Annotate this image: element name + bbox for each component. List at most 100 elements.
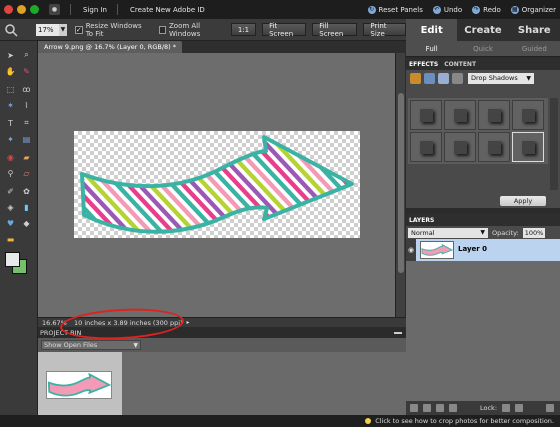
panel-menu-icon[interactable] [546,404,554,412]
fill-screen-button[interactable]: Fill Screen [312,22,358,38]
effects-category-value: Drop Shadows [471,74,518,82]
effect-thumbnail[interactable] [478,100,510,130]
checked-icon: ✓ [74,25,83,34]
subtab-quick[interactable]: Quick [457,41,508,56]
layers-footer: Lock: [406,401,560,415]
lock-pixels-icon[interactable] [502,404,511,412]
tab-edit[interactable]: Edit [406,19,458,41]
delete-layer-icon[interactable] [449,404,457,412]
zoom-all-windows-label: Zoom All Windows [168,21,201,38]
crop-tool-icon[interactable]: ⌗ [20,117,33,129]
filters-icon[interactable] [410,72,421,84]
lasso-tool-icon[interactable]: ꝏ [20,83,33,95]
eraser-tool-icon[interactable]: ▱ [20,167,33,179]
collapse-icon[interactable] [394,331,402,334]
cookie-cutter-tool-icon[interactable]: ✦ [4,133,17,145]
subtab-full[interactable]: Full [406,41,457,56]
one-to-one-button[interactable]: 1:1 [230,23,257,36]
hand-tool-icon[interactable]: ✋ [4,65,17,77]
tab-create[interactable]: Create [457,19,509,41]
magic-wand-tool-icon[interactable]: ✶ [4,99,17,111]
status-menu-arrow-icon[interactable]: ▸ [187,319,190,326]
sponge-tool-icon[interactable]: ▬ [4,233,17,245]
effect-thumbnail[interactable] [512,100,544,130]
effects-panel: EFFECTS CONTENT Drop Shadows ▼ Apply [406,58,560,208]
zoom-window-button[interactable] [30,5,39,14]
canvas-vertical-scrollbar[interactable] [395,53,405,317]
undo-label: Undo [443,5,463,14]
striped-arrow-image [80,135,354,234]
effect-thumbnail[interactable] [478,132,510,162]
quick-selection-tool-icon[interactable]: ⌇ [20,99,33,111]
print-size-button[interactable]: Print Size [363,22,406,38]
type-tool-icon[interactable]: T [4,117,17,129]
layers-options: Normal ▼ Opacity: 100% [406,226,560,239]
all-effects-icon[interactable] [452,72,463,84]
marquee-tool-icon[interactable]: ⬚ [4,83,17,95]
tool-options-bar: 17% ▼ ✓ Resize Windows To Fit Zoom All W… [0,19,406,41]
image-canvas[interactable] [74,131,360,238]
lock-all-icon[interactable] [515,404,524,412]
zoom-all-windows-checkbox[interactable]: Zoom All Windows [158,21,225,38]
chevron-down-icon: ▼ [526,74,531,82]
project-bin-filter-select[interactable]: Show Open Files ▼ [41,340,141,350]
redo-button[interactable]: ↷ Redo [472,5,501,14]
healing-brush-tool-icon[interactable]: ▰ [20,151,33,163]
paint-bucket-tool-icon[interactable]: ◈ [4,201,17,213]
bin-item-selected[interactable] [38,352,122,415]
adjustment-layer-icon[interactable] [423,404,431,412]
recompose-tool-icon[interactable]: ▤ [20,133,33,145]
effect-thumbnail[interactable] [410,132,442,162]
sign-in-link[interactable]: Sign In [83,6,107,14]
opacity-input[interactable]: 100% [522,227,545,238]
tab-content[interactable]: CONTENT [444,61,476,68]
reset-panels-button[interactable]: ↻ Reset Panels [367,5,423,14]
new-layer-icon[interactable] [410,404,418,412]
eyedropper-tool-icon[interactable]: ✎ [20,65,33,77]
subtab-guided[interactable]: Guided [509,41,560,56]
tab-share[interactable]: Share [508,19,560,41]
zoom-tool-icon [5,24,18,37]
zoom-level-input[interactable]: 17% [36,23,59,36]
effect-thumbnail[interactable] [444,132,476,162]
blend-mode-select[interactable]: Normal ▼ [408,227,488,238]
photo-effects-icon[interactable] [438,72,449,84]
undo-button[interactable]: ↶ Undo [432,5,463,14]
tab-effects[interactable]: EFFECTS [409,61,438,68]
scrollbar-thumb[interactable] [398,93,404,273]
eye-icon[interactable]: ◉ [406,239,416,261]
effect-thumbnail[interactable] [410,100,442,130]
effects-category-select[interactable]: Drop Shadows ▼ [468,72,534,84]
gradient-tool-icon[interactable]: ▮ [20,201,33,213]
reset-panels-label: Reset Panels [378,5,423,14]
blur-tool-icon[interactable]: ◆ [20,217,33,229]
shape-tool-icon[interactable]: ♥ [4,217,17,229]
effect-thumbnail-selected[interactable] [512,132,544,162]
effect-thumbnail[interactable] [444,100,476,130]
close-window-button[interactable] [4,5,13,14]
resize-windows-checkbox[interactable]: ✓ Resize Windows To Fit [74,22,151,38]
layer-styles-icon[interactable] [424,72,435,84]
organizer-button[interactable]: ▦ Organizer [510,5,556,14]
bin-thumbnail[interactable] [46,371,112,399]
minimize-window-button[interactable] [17,5,26,14]
adobe-account-icon[interactable]: ● [49,4,60,15]
foreground-color-swatch[interactable] [5,252,20,267]
apply-button[interactable]: Apply [500,196,546,206]
hint-text[interactable]: Click to see how to crop photos for bett… [375,417,554,425]
fit-screen-button[interactable]: Fit Screen [262,22,307,38]
chevron-down-icon: ▼ [480,229,485,236]
red-eye-tool-icon[interactable]: ◉ [4,151,17,163]
effects-scrollbar[interactable] [550,98,558,190]
clone-stamp-tool-icon[interactable]: ⚲ [4,167,17,179]
zoom-dropdown-icon[interactable]: ▼ [58,23,67,36]
mask-icon[interactable] [436,404,444,412]
document-tab[interactable]: Arrow 9.png @ 16.7% (Layer 0, RGB/8) * [38,41,182,53]
create-adobe-id-link[interactable]: Create New Adobe ID [130,6,205,14]
zoom-tool-icon[interactable]: ⌕ [20,49,33,61]
layer-row[interactable]: ◉ Layer 0 [406,239,560,261]
smart-brush-tool-icon[interactable]: ✿ [20,185,33,197]
lightbulb-icon [365,418,372,424]
move-tool-icon[interactable]: ➤ [4,49,17,61]
brush-tool-icon[interactable]: ✐ [4,185,17,197]
